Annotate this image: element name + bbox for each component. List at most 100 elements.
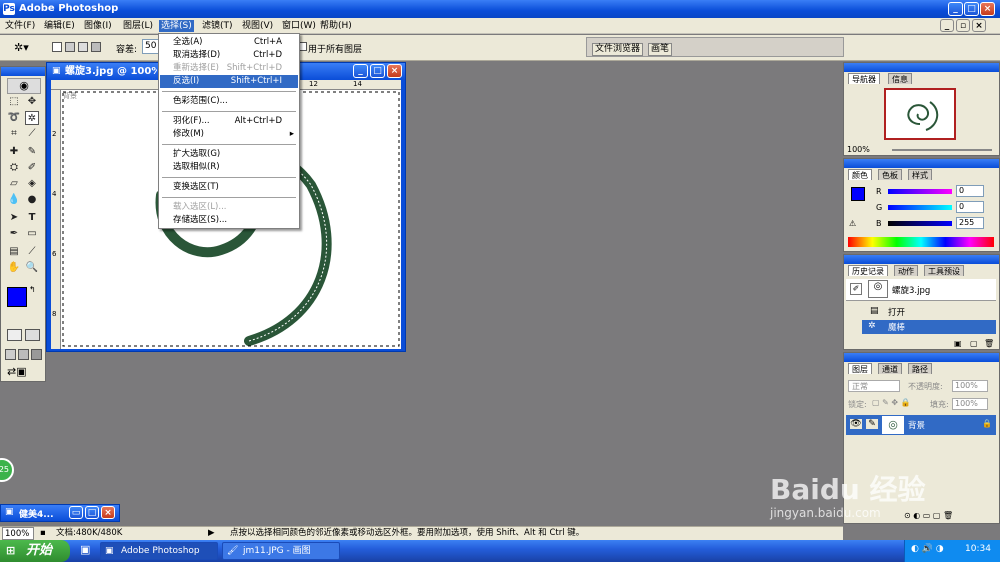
maximize-button[interactable]: □ bbox=[964, 2, 979, 16]
blur-tool-icon[interactable]: 💧 bbox=[7, 193, 21, 207]
intersect-selection-icon[interactable] bbox=[91, 42, 101, 52]
document-minimize-button[interactable]: _ bbox=[353, 64, 368, 78]
menu-window[interactable]: 窗口(W) bbox=[280, 20, 318, 32]
zoom-tool-icon[interactable]: 🔍 bbox=[25, 261, 39, 275]
quick-mask-icon[interactable] bbox=[25, 329, 40, 341]
lasso-tool-icon[interactable]: ➰ bbox=[7, 111, 21, 125]
menu-item-inverse[interactable]: 反选(I) Shift+Ctrl+I bbox=[160, 75, 298, 88]
history-brush-icon[interactable]: ✐ bbox=[25, 161, 39, 175]
menu-select[interactable]: 选择(S) bbox=[159, 20, 194, 32]
document-maximize-button[interactable]: □ bbox=[370, 64, 385, 78]
menu-item-transform-selection[interactable]: 变换选区(T) bbox=[160, 181, 298, 194]
screen-mode-3-icon[interactable] bbox=[31, 349, 42, 360]
menu-file[interactable]: 文件(F) bbox=[3, 20, 37, 32]
tab-tool-presets[interactable]: 工具预设 bbox=[924, 265, 964, 276]
minimized-document[interactable]: ▣ 健美4... ▭ □ × bbox=[0, 504, 120, 522]
menu-help[interactable]: 帮助(H) bbox=[318, 20, 354, 32]
add-selection-icon[interactable] bbox=[65, 42, 75, 52]
shape-tool-icon[interactable]: ▭ bbox=[25, 227, 39, 241]
doc-close-button[interactable]: × bbox=[972, 19, 986, 32]
jump-to-imageready-icon[interactable]: ⇄▣ bbox=[7, 365, 27, 378]
brushes-tab[interactable]: 画笔 bbox=[648, 43, 673, 56]
tab-color[interactable]: 颜色 bbox=[848, 169, 872, 180]
eye-icon[interactable]: 👁 bbox=[850, 419, 862, 429]
file-browser-tab[interactable]: 文件浏览器 bbox=[592, 43, 644, 56]
type-tool-icon[interactable]: T bbox=[25, 211, 39, 225]
b-value-input[interactable]: 255 bbox=[956, 217, 984, 229]
g-value-input[interactable]: 0 bbox=[956, 201, 984, 213]
start-button[interactable]: ⊞ 开始 bbox=[0, 540, 70, 562]
tab-actions[interactable]: 动作 bbox=[894, 265, 918, 276]
show-desktop-icon[interactable]: ▣ bbox=[80, 543, 90, 556]
menu-item-modify[interactable]: 修改(M) ▸ bbox=[160, 128, 298, 141]
history-item-magic-wand[interactable]: ✲ 魔棒 bbox=[862, 320, 996, 334]
magic-wand-tool-icon[interactable]: ✲▾ bbox=[14, 41, 29, 54]
b-slider[interactable] bbox=[888, 221, 952, 226]
minimize-button[interactable]: _ bbox=[948, 2, 963, 16]
foreground-color-swatch[interactable] bbox=[7, 287, 27, 307]
menu-item-deselect[interactable]: 取消选择(D) Ctrl+D bbox=[160, 49, 298, 62]
magic-wand-icon[interactable]: ✲ bbox=[25, 111, 39, 125]
new-document-icon[interactable]: ▢ bbox=[970, 339, 978, 348]
menu-edit[interactable]: 编辑(E) bbox=[42, 20, 77, 32]
r-value-input[interactable]: 0 bbox=[956, 185, 984, 197]
menu-item-grow[interactable]: 扩大选取(G) bbox=[160, 148, 298, 161]
tab-navigator[interactable]: 导航器 bbox=[848, 73, 880, 84]
hand-tool-icon[interactable]: ✋ bbox=[7, 261, 21, 275]
swap-colors-icon[interactable]: ↰ bbox=[29, 285, 36, 294]
r-slider[interactable] bbox=[888, 189, 952, 194]
move-tool-icon[interactable]: ✥ bbox=[25, 95, 39, 109]
path-select-icon[interactable]: ➤ bbox=[7, 211, 21, 225]
new-selection-icon[interactable] bbox=[52, 42, 62, 52]
slice-tool-icon[interactable]: ⟋ bbox=[25, 127, 39, 141]
status-arrow-icon[interactable]: ▶ bbox=[208, 527, 215, 540]
bucket-tool-icon[interactable]: ◈ bbox=[25, 177, 39, 191]
tab-paths[interactable]: 路径 bbox=[908, 363, 932, 374]
menu-filter[interactable]: 滤镜(T) bbox=[200, 20, 235, 32]
blend-mode-select[interactable]: 正常 bbox=[848, 380, 900, 392]
color-ramp[interactable] bbox=[848, 237, 994, 247]
g-slider[interactable] bbox=[888, 205, 952, 210]
navigator-zoom-slider[interactable] bbox=[892, 149, 992, 151]
taskbar-item-paint[interactable]: 🖌 jm11.JPG - 画图 bbox=[222, 542, 340, 560]
new-snapshot-icon[interactable]: ▣ bbox=[954, 339, 962, 348]
brush-tool-icon[interactable]: ✎ bbox=[25, 145, 39, 159]
tab-layers[interactable]: 图层 bbox=[848, 363, 872, 374]
tab-info[interactable]: 信息 bbox=[888, 73, 912, 84]
restore-button[interactable]: ▭ bbox=[69, 506, 83, 519]
doc-restore-button[interactable]: ▫ bbox=[956, 19, 970, 32]
navigator-preview[interactable] bbox=[884, 88, 956, 140]
subtract-selection-icon[interactable] bbox=[78, 42, 88, 52]
menu-image[interactable]: 图像(I) bbox=[82, 20, 114, 32]
stamp-tool-icon[interactable]: ⛭ bbox=[7, 161, 21, 175]
trash-icon[interactable]: 🗑 bbox=[984, 339, 994, 348]
close-button[interactable]: × bbox=[980, 2, 995, 16]
doc-minimize-button[interactable]: _ bbox=[940, 19, 954, 32]
eyedropper-icon[interactable]: ⟋ bbox=[25, 245, 39, 259]
healing-brush-icon[interactable]: ✚ bbox=[7, 145, 21, 159]
menu-layer[interactable]: 图层(L) bbox=[121, 20, 155, 32]
notification-badge[interactable]: 25 bbox=[0, 458, 14, 482]
pen-tool-icon[interactable]: ✒ bbox=[7, 227, 21, 241]
notes-tool-icon[interactable]: ▤ bbox=[7, 245, 21, 259]
status-zoom[interactable]: 100% bbox=[2, 527, 34, 540]
close-button[interactable]: × bbox=[101, 506, 115, 519]
menu-item-similar[interactable]: 选取相似(R) bbox=[160, 161, 298, 174]
standard-mode-icon[interactable] bbox=[7, 329, 22, 341]
tab-channels[interactable]: 通道 bbox=[878, 363, 902, 374]
tab-swatches[interactable]: 色板 bbox=[878, 169, 902, 180]
document-close-button[interactable]: × bbox=[387, 64, 402, 78]
dodge-tool-icon[interactable]: ● bbox=[25, 193, 39, 207]
maximize-button[interactable]: □ bbox=[85, 506, 99, 519]
history-brush-source-icon[interactable]: ✐ bbox=[850, 283, 862, 295]
menu-item-save-selection[interactable]: 存储选区(S)... bbox=[160, 214, 298, 227]
color-fg-swatch[interactable] bbox=[851, 187, 865, 201]
history-item-open[interactable]: ▤ 打开 bbox=[846, 305, 996, 319]
taskbar-item-photoshop[interactable]: ▣ Adobe Photoshop bbox=[100, 542, 218, 560]
brush-link-icon[interactable]: ✎ bbox=[866, 419, 878, 429]
screen-mode-1-icon[interactable] bbox=[5, 349, 16, 360]
screen-mode-2-icon[interactable] bbox=[18, 349, 29, 360]
crop-tool-icon[interactable]: ⌗ bbox=[7, 127, 21, 141]
tab-history[interactable]: 历史记录 bbox=[848, 265, 888, 276]
fill-input[interactable]: 100% bbox=[952, 398, 988, 410]
